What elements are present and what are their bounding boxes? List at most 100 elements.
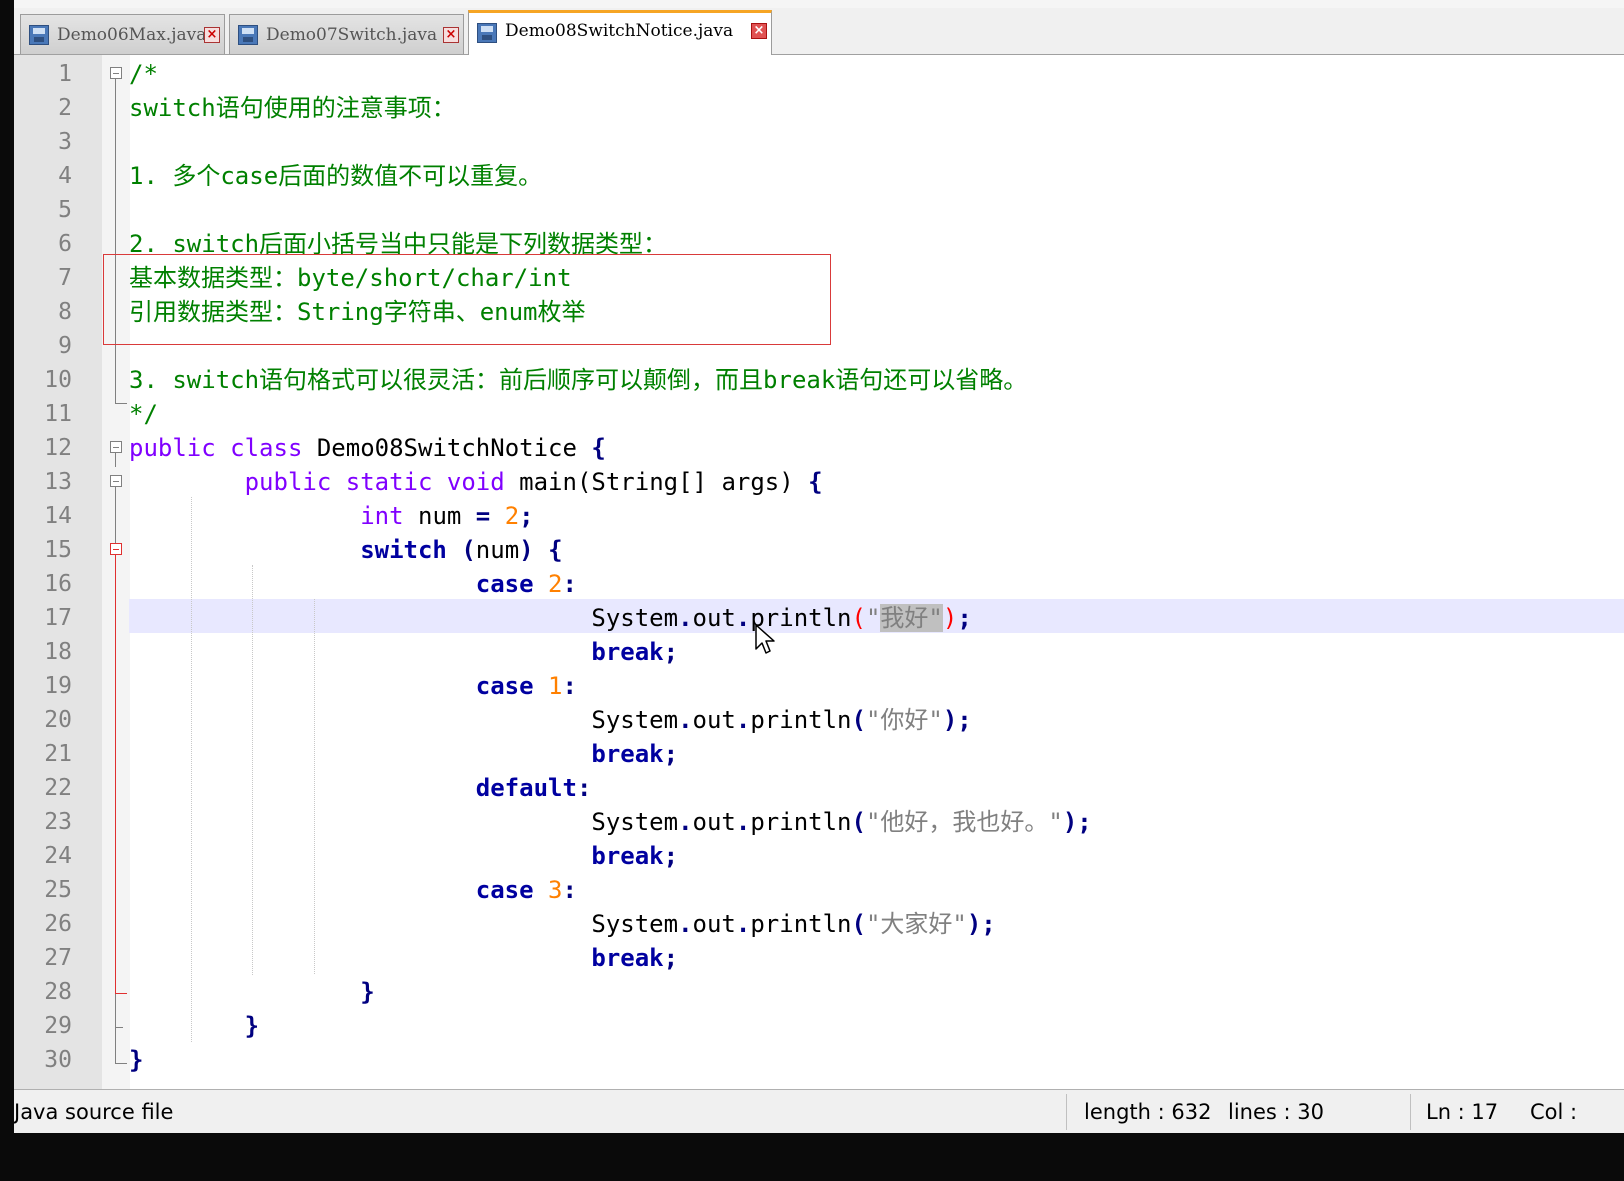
- line-number: 13: [44, 469, 72, 495]
- fold-line-end: [115, 993, 127, 994]
- code-line[interactable]: switch语句使用的注意事项：: [129, 91, 456, 125]
- line-number: 10: [44, 367, 72, 393]
- code-line[interactable]: case 2:: [129, 567, 577, 601]
- fold-minus-icon[interactable]: [110, 475, 122, 487]
- code-token: ;: [663, 944, 679, 972]
- line-number: 11: [44, 401, 72, 427]
- line-number: 27: [44, 945, 72, 971]
- fold-line: [115, 79, 116, 403]
- code-token: out: [692, 604, 736, 632]
- code-token: );: [1062, 808, 1092, 836]
- code-token: 我好": [880, 604, 943, 632]
- code-line[interactable]: */: [129, 397, 158, 431]
- code-line[interactable]: break;: [129, 839, 678, 873]
- tab-bar: Demo06Max.java × Demo07Switch.java × Dem…: [14, 8, 1624, 55]
- code-token: switch语句使用的注意事项：: [129, 94, 456, 122]
- line-number: 12: [44, 435, 72, 461]
- code-token: }: [244, 1012, 260, 1040]
- code-line[interactable]: 1. 多个case后面的数值不可以重复。: [129, 159, 542, 193]
- code-token: }: [129, 1046, 144, 1074]
- code-line[interactable]: public class Demo08SwitchNotice {: [129, 431, 606, 465]
- code-token: :: [562, 570, 577, 598]
- code-line[interactable]: /*: [129, 57, 158, 91]
- status-lines: lines : 30: [1228, 1100, 1324, 1124]
- code-token: ;: [663, 638, 679, 666]
- code-line[interactable]: System.out.println("大家好");: [129, 907, 995, 941]
- code-token: (: [461, 536, 476, 564]
- status-line-number: Ln : 17: [1426, 1100, 1499, 1124]
- code-line[interactable]: }: [129, 975, 375, 1009]
- code-token: ;: [663, 842, 679, 870]
- status-length: length : 632: [1084, 1100, 1212, 1124]
- code-line[interactable]: System.out.println("他好，我也好。");: [129, 805, 1092, 839]
- screen-edge: [0, 0, 14, 1181]
- code-token: num: [475, 536, 520, 564]
- code-line[interactable]: 3. switch语句格式可以很灵活：前后顺序可以颠倒，而且break语句还可以…: [129, 363, 1027, 397]
- line-number: 1: [58, 61, 72, 87]
- fold-minus-icon[interactable]: [110, 543, 122, 555]
- fold-line: [115, 453, 116, 467]
- code-editor[interactable]: 1 2 3 4 5 6 7 8 9 10 11 12 13 14 15 16 17 18 19 20 21 22 23 24 2…: [14, 55, 1624, 1089]
- line-number: 29: [44, 1013, 72, 1039]
- line-number: 26: [44, 911, 72, 937]
- code-line[interactable]: default:: [129, 771, 592, 805]
- mouse-pointer-icon: [755, 624, 775, 654]
- code-line[interactable]: System.out.println("我好");: [129, 601, 972, 635]
- tab-demo08switchnotice[interactable]: Demo08SwitchNotice.java ×: [468, 10, 772, 55]
- code-token: :: [576, 774, 592, 802]
- code-token: (: [851, 604, 866, 632]
- line-number: 2: [58, 95, 72, 121]
- fold-line-end: [115, 403, 127, 404]
- fold-minus-icon[interactable]: [110, 67, 122, 79]
- code-line[interactable]: switch (num) {: [129, 533, 563, 567]
- code-line[interactable]: int num = 2;: [129, 499, 533, 533]
- tab-demo06max[interactable]: Demo06Max.java ×: [20, 14, 225, 54]
- code-line[interactable]: break;: [129, 635, 678, 669]
- close-icon[interactable]: ×: [751, 23, 767, 39]
- code-line[interactable]: break;: [129, 737, 678, 771]
- code-token: break: [591, 740, 664, 768]
- code-token: .: [678, 808, 693, 836]
- code-token: {: [548, 536, 563, 564]
- code-token: .: [678, 604, 693, 632]
- code-line[interactable]: System.out.println("你好");: [129, 703, 971, 737]
- code-token: ": [865, 604, 881, 632]
- annotation-box: [103, 254, 831, 345]
- code-token: /*: [129, 60, 158, 88]
- code-line[interactable]: }: [129, 1009, 259, 1043]
- code-token: .: [735, 706, 751, 734]
- code-token: .: [678, 910, 693, 938]
- code-line[interactable]: }: [129, 1043, 143, 1077]
- line-number: 19: [44, 673, 72, 699]
- code-token: case: [475, 672, 534, 700]
- code-token: out: [692, 910, 736, 938]
- code-token: System: [129, 910, 679, 938]
- line-number: 18: [44, 639, 72, 665]
- tab-demo07switch[interactable]: Demo07Switch.java ×: [229, 14, 464, 54]
- line-number: 4: [58, 163, 72, 189]
- code-token: }: [360, 978, 375, 1006]
- code-line[interactable]: case 1:: [129, 669, 577, 703]
- status-divider: [1410, 1094, 1411, 1130]
- code-token: =: [475, 502, 491, 530]
- code-token: {: [808, 468, 823, 496]
- code-line[interactable]: case 3:: [129, 873, 577, 907]
- close-icon[interactable]: ×: [204, 27, 220, 43]
- code-token: void: [446, 468, 505, 496]
- close-icon[interactable]: ×: [443, 27, 459, 43]
- code-line[interactable]: break;: [129, 941, 678, 975]
- code-token: println: [750, 706, 852, 734]
- code-token: public: [129, 434, 216, 462]
- fold-minus-icon[interactable]: [110, 441, 122, 453]
- code-token: 3: [548, 876, 563, 904]
- code-line[interactable]: public static void main(String[] args) {: [129, 465, 823, 499]
- fold-margin[interactable]: [102, 55, 130, 1089]
